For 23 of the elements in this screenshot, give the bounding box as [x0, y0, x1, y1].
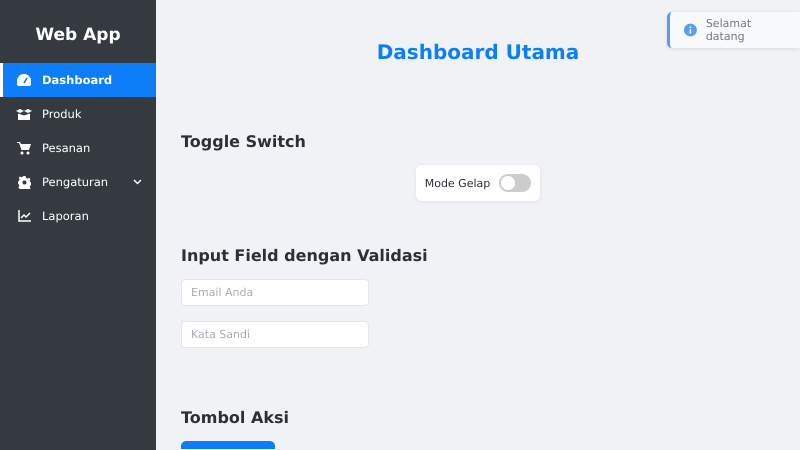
action-button[interactable]: [181, 441, 275, 449]
sidebar-item[interactable]: Pengaturan: [0, 165, 156, 199]
input-field[interactable]: Email Anda: [181, 279, 369, 306]
sidebar-item[interactable]: Pesanan: [0, 131, 156, 165]
gear-icon: [18, 176, 30, 188]
sidebar-item[interactable]: Dashboard: [0, 63, 156, 97]
toggle-label: Mode Gelap: [424, 176, 490, 190]
input-field[interactable]: Kata Sandi: [181, 321, 369, 348]
toggle-switch[interactable]: [499, 174, 532, 192]
cart-icon: [17, 142, 31, 154]
sidebar-item[interactable]: Produk: [0, 97, 156, 131]
gauge-icon: [17, 74, 31, 86]
section-heading: Tombol Aksi: [181, 408, 289, 427]
sidebar-item[interactable]: Laporan: [0, 199, 156, 233]
line-chart-icon: [18, 210, 30, 222]
chevron-down-icon: [133, 179, 142, 185]
info-icon: [684, 23, 697, 37]
page-title: Dashboard Utama: [376, 40, 580, 64]
box-icon: [16, 108, 32, 120]
toast-message: Selamat datang: [706, 17, 752, 43]
section-heading: Input Field dengan Validasi: [181, 246, 428, 265]
app-title: Web App: [34, 24, 122, 47]
section-heading: Toggle Switch: [181, 132, 306, 151]
